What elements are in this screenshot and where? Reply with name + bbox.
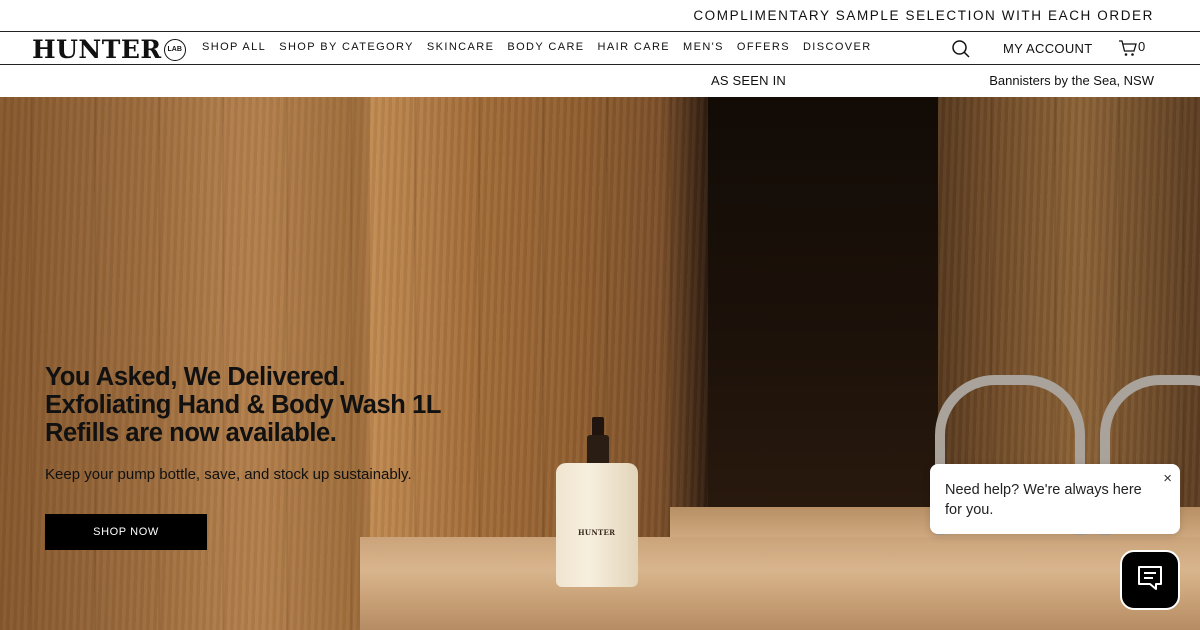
hero-mirror-reflection [708,97,938,527]
bottle-pump [592,417,604,437]
nav-mens[interactable]: MEN'S [683,41,724,53]
bottle-label: HUNTER [578,528,616,537]
chat-icon [1134,562,1166,599]
shop-now-button[interactable]: SHOP NOW [45,514,207,550]
chat-prompt[interactable]: Need help? We're always here for you. × [930,464,1180,534]
nav-discover[interactable]: DISCOVER [803,41,872,53]
hero-title: You Asked, We Delivered. Exfoliating Han… [45,363,505,447]
cart-button[interactable]: 0 [1118,38,1145,58]
hero-title-line: Refills are now available. [45,419,337,447]
cart-count: 0 [1138,39,1146,54]
as-seen-in-label: AS SEEN IN [711,73,786,88]
press-location[interactable]: Bannisters by the Sea, NSW [989,73,1154,88]
bottle-neck [587,435,609,465]
nav-shop-all[interactable]: SHOP ALL [202,41,266,53]
chat-launcher-button[interactable] [1120,550,1180,610]
hero-counter-top [360,537,1200,630]
nav-offers[interactable]: OFFERS [737,41,790,53]
site-header: HUNTER LAB SHOP ALL SHOP BY CATEGORY SKI… [0,32,1200,65]
nav-shop-by-category[interactable]: SHOP BY CATEGORY [279,41,414,53]
logo-badge: LAB [163,38,186,61]
logo-wordmark: HUNTER [32,35,162,64]
nav-hair-care[interactable]: HAIR CARE [598,41,671,53]
chat-message: Need help? We're always here for you. [945,482,1142,518]
main-nav: SHOP ALL SHOP BY CATEGORY SKINCARE BODY … [202,41,885,53]
my-account-link[interactable]: MY ACCOUNT [1003,41,1092,56]
press-bar: AS SEEN IN Bannisters by the Sea, NSW [0,65,1200,97]
cart-icon [1118,38,1138,58]
hero-banner: HUNTER You Asked, We Delivered. Exfoliat… [0,97,1200,630]
hero-subtitle: Keep your pump bottle, save, and stock u… [45,466,412,483]
nav-body-care[interactable]: BODY CARE [507,41,584,53]
announcement-bar: COMPLIMENTARY SAMPLE SELECTION WITH EACH… [0,0,1200,32]
hero-title-line: Exfoliating Hand & Body Wash 1L [45,391,442,419]
hero-title-line: You Asked, We Delivered. [45,363,346,391]
nav-skincare[interactable]: SKINCARE [427,41,494,53]
brand-logo[interactable]: HUNTER LAB [32,35,186,64]
close-icon[interactable]: × [1163,470,1172,487]
search-icon[interactable] [951,39,971,59]
announcement-text: COMPLIMENTARY SAMPLE SELECTION WITH EACH… [693,8,1154,23]
product-bottle [556,463,638,587]
